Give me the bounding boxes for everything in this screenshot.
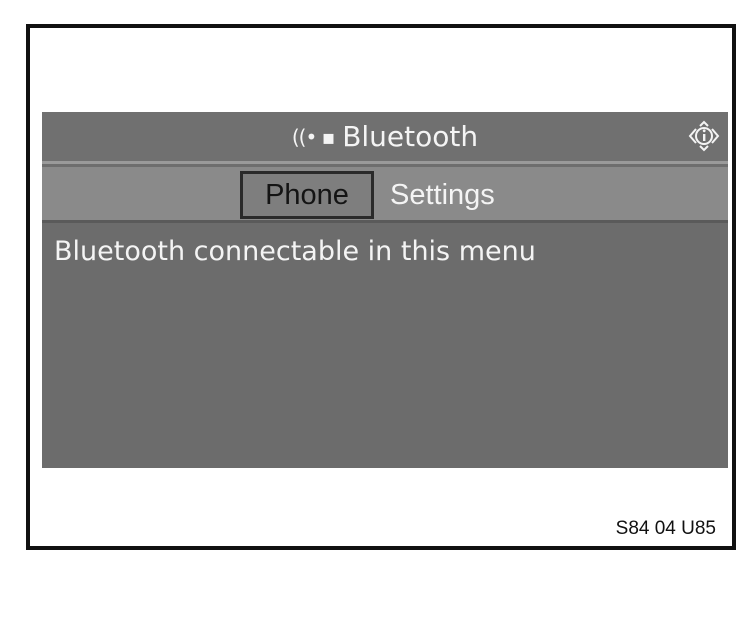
display-frame: ((• ▪ Bluetooth Phone Settings Bluetooth…	[26, 24, 736, 550]
tab-bar: Phone Settings	[42, 167, 728, 223]
status-message: Bluetooth connectable in this menu	[54, 236, 536, 267]
tab-phone[interactable]: Phone	[240, 171, 374, 219]
tab-settings[interactable]: Settings	[390, 171, 540, 219]
title-group: ((• ▪ Bluetooth	[42, 112, 728, 161]
figure-code: S84 04 U85	[615, 518, 716, 539]
bluetooth-signal-icon: ((• ▪	[291, 124, 335, 149]
info-scroll-icon[interactable]	[688, 120, 720, 152]
page-title: Bluetooth	[342, 119, 479, 153]
title-bar: ((• ▪ Bluetooth	[42, 112, 728, 164]
bluetooth-screen: ((• ▪ Bluetooth Phone Settings Bluetooth…	[42, 112, 728, 468]
content-area: Bluetooth connectable in this menu	[42, 223, 728, 468]
